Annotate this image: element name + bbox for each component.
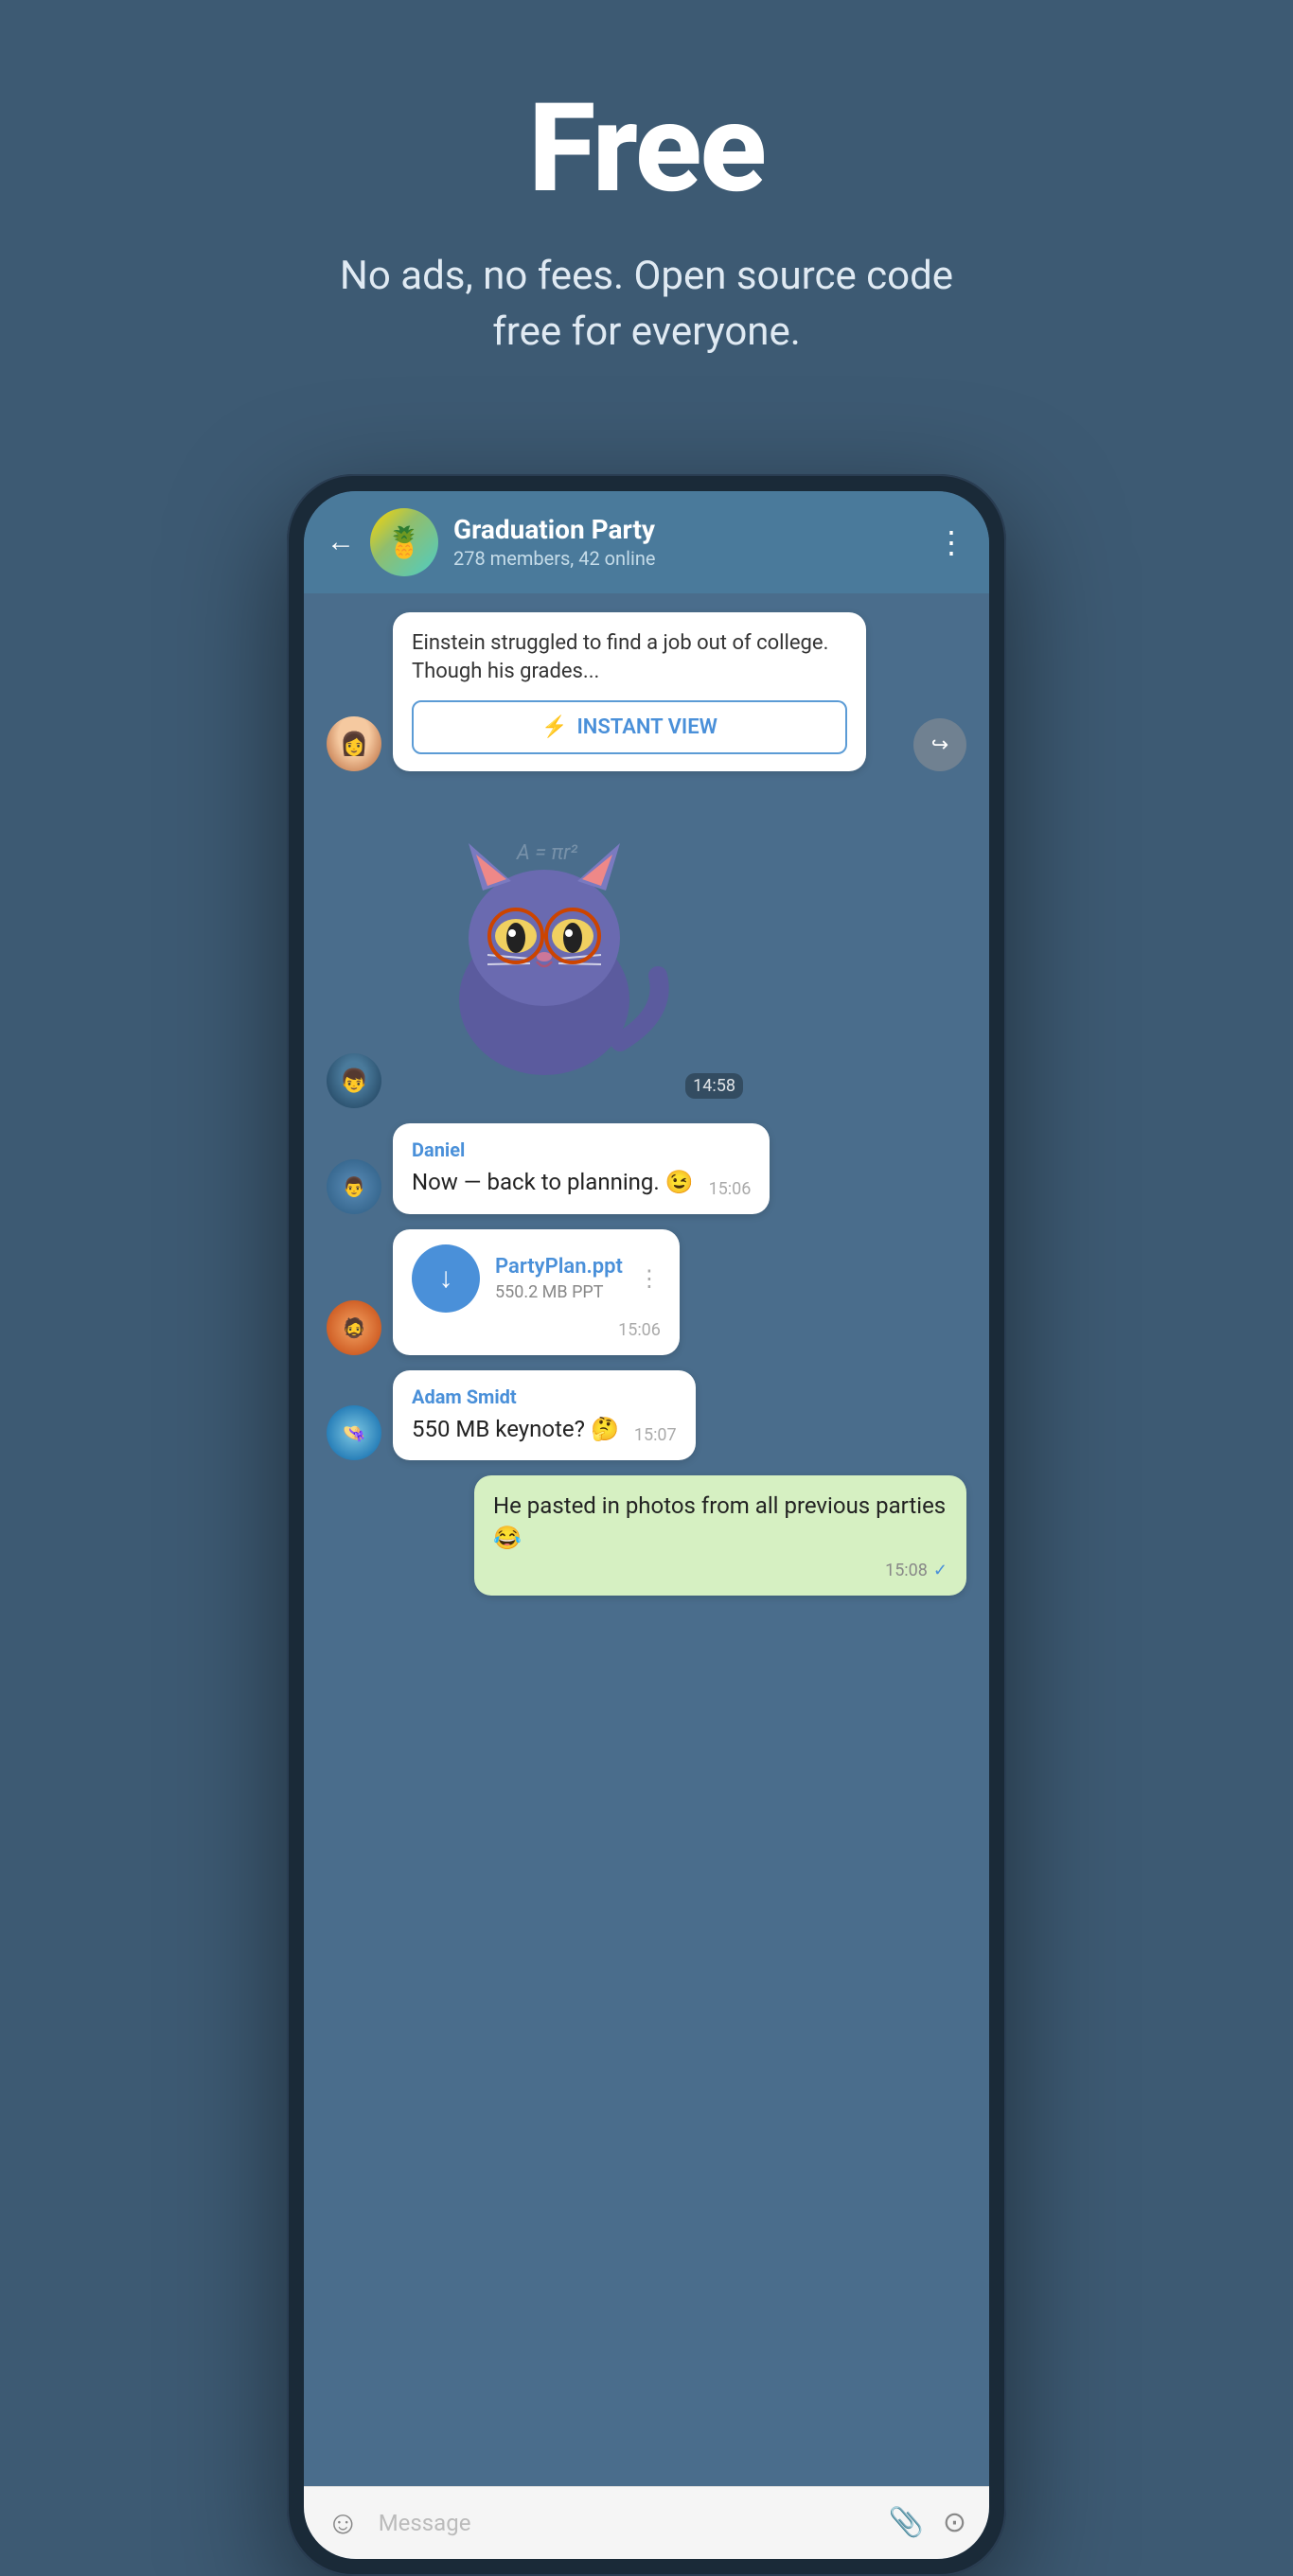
self-message-row: He pasted in photos from all previous pa… — [327, 1475, 966, 1595]
file-size: 550.2 MB PPT — [495, 1282, 623, 1302]
lightning-icon: ⚡ — [541, 715, 567, 739]
avatar-daniel: 👨 — [327, 1159, 381, 1214]
adam-message-time: 15:07 — [634, 1425, 677, 1445]
group-info: Graduation Party 278 members, 42 online — [453, 514, 921, 570]
group-avatar: 🍍 — [370, 508, 438, 576]
adam-message-bubble: Adam Smidt 550 MB keynote? 🤔 15:07 — [393, 1370, 696, 1461]
avatar-guy1: 👦 — [327, 1053, 381, 1108]
file-name: PartyPlan.ppt — [495, 1255, 623, 1279]
file-download-button[interactable]: ↓ — [412, 1244, 480, 1313]
file-info: PartyPlan.ppt 550.2 MB PPT — [495, 1255, 623, 1302]
hero-subtitle: No ads, no fees. Open source code free f… — [315, 249, 978, 361]
self-message-text: He pasted in photos from all previous pa… — [493, 1491, 948, 1554]
message-input[interactable]: Message — [379, 2510, 870, 2536]
daniel-message-text: Now — back to planning. 😉 — [412, 1167, 694, 1199]
avatar-girl: 👩 — [327, 716, 381, 771]
checkmark-icon: ✓ — [933, 1561, 948, 1580]
self-message-time: 15:08 — [885, 1561, 928, 1580]
instant-view-label: INSTANT VIEW — [576, 715, 717, 739]
phone-outer: ← 🍍 Graduation Party 278 members, 42 onl… — [287, 474, 1006, 2576]
hero-title: Free — [528, 76, 765, 221]
file-bubble: ↓ PartyPlan.ppt 550.2 MB PPT ⋮ 15:06 — [393, 1229, 680, 1355]
adam-sender-name: Adam Smidt — [412, 1385, 677, 1408]
phone-inner: ← 🍍 Graduation Party 278 members, 42 onl… — [304, 491, 989, 2559]
file-menu-button[interactable]: ⋮ — [638, 1265, 661, 1292]
article-text: Einstein struggled to find a job out of … — [412, 629, 847, 688]
self-message-bubble: He pasted in photos from all previous pa… — [474, 1475, 966, 1595]
avatar-adam: 👒 — [327, 1405, 381, 1460]
avatar-file-sender: 🧔 — [327, 1300, 381, 1355]
article-message-row: 👩 Einstein struggled to find a job out o… — [327, 612, 966, 772]
file-message-row: 🧔 ↓ PartyPlan.ppt 550.2 MB PPT ⋮ 15:06 — [327, 1229, 966, 1355]
daniel-message-row: 👨 Daniel Now — back to planning. 😉 15:06 — [327, 1123, 966, 1214]
menu-button[interactable]: ⋮ — [936, 524, 966, 560]
chat-header: ← 🍍 Graduation Party 278 members, 42 onl… — [304, 491, 989, 593]
input-bar: ☺ Message 📎 ⊙ — [304, 2486, 989, 2559]
attach-button[interactable]: 📎 — [889, 2506, 924, 2539]
sticker-area: A = πr² V = l³ P = 2πr A = πr² s = √(r²+… — [393, 786, 753, 1108]
daniel-message-bubble: Daniel Now — back to planning. 😉 15:06 — [393, 1123, 770, 1214]
article-bubble: Einstein struggled to find a job out of … — [393, 612, 866, 772]
daniel-message-time: 15:06 — [709, 1179, 752, 1199]
daniel-sender-name: Daniel — [412, 1138, 751, 1161]
chat-area: 👩 Einstein struggled to find a job out o… — [304, 593, 989, 2486]
adam-message-text: 550 MB keynote? 🤔 — [412, 1414, 619, 1446]
sticker-message-row: 👦 A = πr² V = l³ P = 2πr A = πr² s = √(r… — [327, 786, 966, 1108]
cat-sticker — [402, 824, 686, 1089]
camera-button[interactable]: ⊙ — [943, 2506, 966, 2539]
emoji-button[interactable]: ☺ — [327, 2504, 360, 2542]
share-button[interactable]: ↪ — [913, 718, 966, 771]
file-time: 15:06 — [412, 1320, 661, 1340]
group-name: Graduation Party — [453, 514, 921, 545]
back-button[interactable]: ← — [327, 525, 355, 558]
sticker-time: 14:58 — [685, 1073, 743, 1099]
hero-section: Free No ads, no fees. Open source code f… — [0, 0, 1293, 417]
adam-message-row: 👒 Adam Smidt 550 MB keynote? 🤔 15:07 — [327, 1370, 966, 1461]
group-members: 278 members, 42 online — [453, 547, 921, 570]
phone-mockup: ← 🍍 Graduation Party 278 members, 42 onl… — [287, 474, 1006, 2576]
instant-view-button[interactable]: ⚡ INSTANT VIEW — [412, 700, 847, 754]
